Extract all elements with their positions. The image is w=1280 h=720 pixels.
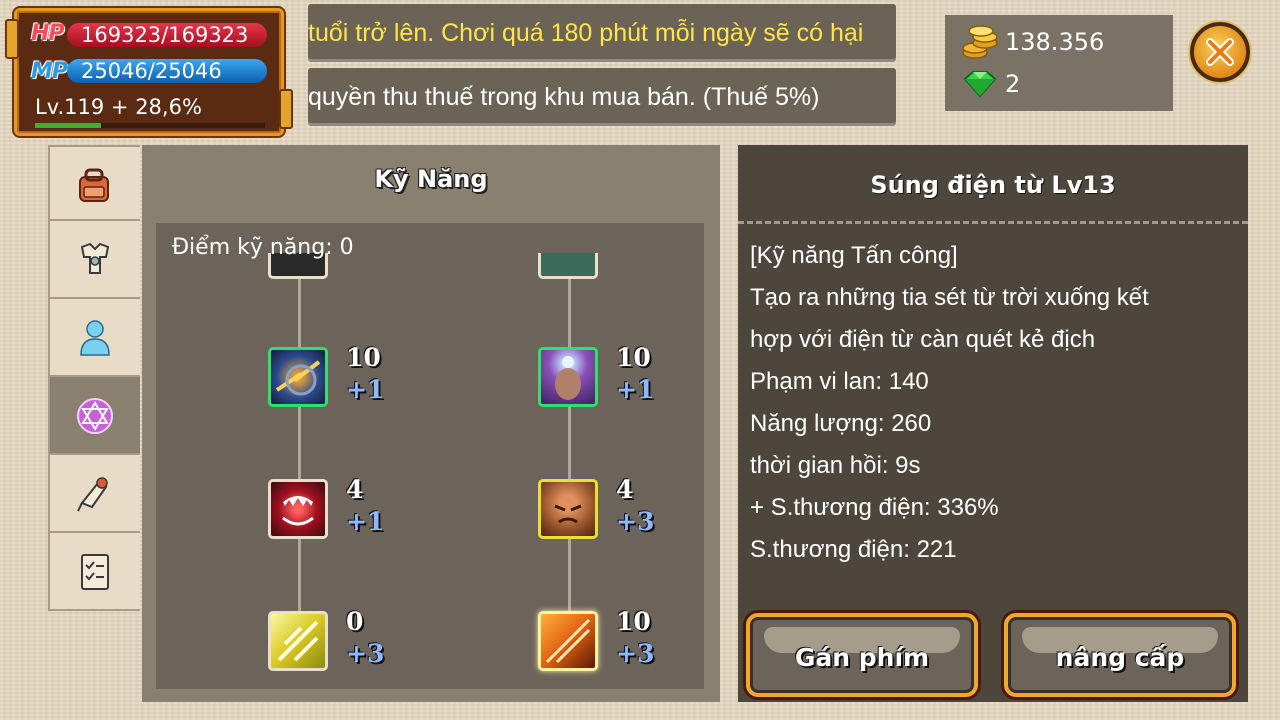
gold-coins-icon xyxy=(962,25,998,59)
skill-description: [Kỹ năng Tấn công] Tạo ra những tia sét … xyxy=(750,235,1240,571)
skill-bonus: +3 xyxy=(616,507,655,536)
level-text: Lv.119 + 28,6% xyxy=(35,95,202,119)
notice-text-2: quyền thu thuế trong khu mua bán. (Thuế … xyxy=(308,83,820,111)
skill-slot-5[interactable] xyxy=(268,611,328,671)
skill-detail-title: Súng điện từ Lv13 xyxy=(870,171,1116,199)
skill-tree: Điểm kỹ năng: 0 10 +1 10 +1 4 +1 4 +3 0 … xyxy=(156,223,704,689)
notice-banner-1: tuổi trở lên. Chơi quá 180 phút mỗi ngày… xyxy=(308,4,896,62)
mind-glow-icon xyxy=(555,356,581,400)
skill-tree-line xyxy=(298,273,301,663)
skill-slot-3[interactable] xyxy=(268,479,328,539)
assign-key-button[interactable]: Gán phím xyxy=(746,613,978,697)
upgrade-button[interactable]: nâng cấp xyxy=(1004,613,1236,697)
exp-bar xyxy=(35,123,265,128)
character-icon xyxy=(80,320,110,356)
gold-amount: 138.356 xyxy=(1005,28,1105,56)
skill-pentagram-icon xyxy=(77,398,113,434)
currency-panel: 138.356 2 xyxy=(945,15,1173,111)
bag-icon xyxy=(79,168,109,202)
exp-bar-fill xyxy=(35,123,101,128)
skill-slot-1[interactable] xyxy=(268,347,328,407)
gem-row: 2 xyxy=(961,69,1020,99)
skill-bonus: +1 xyxy=(346,375,385,404)
detail-divider xyxy=(738,221,1248,224)
skill-level: 10 xyxy=(616,343,651,372)
description-line: Năng lượng: 260 xyxy=(750,410,932,437)
skill-panel-title: Kỹ Năng xyxy=(374,165,488,193)
lightning-vortex-icon xyxy=(275,360,321,396)
skill-level: 0 xyxy=(346,607,364,636)
skill-bonus: +3 xyxy=(616,639,655,668)
skill-slot-hidden[interactable] xyxy=(538,253,598,279)
notice-text-1: tuổi trở lên. Chơi quá 180 phút mỗi ngày… xyxy=(308,19,864,47)
orange-slash-icon xyxy=(545,618,591,664)
tab-quests[interactable] xyxy=(48,455,140,533)
skill-level: 10 xyxy=(346,343,381,372)
skill-level: 4 xyxy=(346,475,364,504)
description-line: [Kỹ năng Tấn công] xyxy=(750,242,958,269)
status-frame-cap xyxy=(279,89,293,129)
tab-bag[interactable] xyxy=(48,145,140,221)
description-line: Phạm vi lan: 140 xyxy=(750,368,929,395)
close-icon xyxy=(1206,38,1234,66)
hp-value: 169323/169323 xyxy=(67,23,267,47)
skill-level: 4 xyxy=(616,475,634,504)
fang-bite-icon xyxy=(282,496,314,526)
tab-character[interactable] xyxy=(48,299,140,377)
task-list-icon xyxy=(81,554,109,590)
yellow-spark-icon xyxy=(277,620,319,662)
description-line: Tạo ra những tia sét từ trời xuống kết xyxy=(750,284,1149,311)
assign-key-label: Gán phím xyxy=(794,643,930,672)
notice-banner-2: quyền thu thuế trong khu mua bán. (Thuế … xyxy=(308,68,896,126)
skill-slot-4[interactable] xyxy=(538,479,598,539)
skill-panel: Kỹ Năng Điểm kỹ năng: 0 10 +1 10 +1 4 +1… xyxy=(142,145,720,702)
skill-detail-panel: Súng điện từ Lv13 [Kỹ năng Tấn công] Tạo… xyxy=(738,145,1248,702)
close-button[interactable] xyxy=(1190,22,1250,82)
upgrade-label: nâng cấp xyxy=(1055,643,1185,672)
rage-face-icon xyxy=(554,504,582,524)
skill-slot-2[interactable] xyxy=(538,347,598,407)
green-gem-icon xyxy=(963,71,997,98)
tab-skills[interactable] xyxy=(48,377,140,455)
skill-points-label: Điểm kỹ năng: 0 xyxy=(172,235,354,260)
description-line: hợp với điện từ càn quét kẻ địch xyxy=(750,326,1096,353)
armor-icon xyxy=(80,242,110,274)
mp-value: 25046/25046 xyxy=(67,59,267,83)
description-line: thời gian hồi: 9s xyxy=(750,452,921,479)
skill-tree-line xyxy=(568,273,571,663)
tab-equipment[interactable] xyxy=(48,221,140,299)
quest-scroll-icon xyxy=(77,477,108,512)
player-status-panel: HP 169323/169323 MP 25046/25046 Lv.119 +… xyxy=(5,8,293,136)
skill-bonus: +1 xyxy=(346,507,385,536)
description-line: + S.thương điện: 336% xyxy=(750,494,999,521)
skill-slot-6[interactable] xyxy=(538,611,598,671)
skill-bonus: +3 xyxy=(346,639,385,668)
tab-tasks[interactable] xyxy=(48,533,140,611)
menu-tabs xyxy=(48,145,142,611)
gold-row: 138.356 xyxy=(961,23,1104,61)
skill-bonus: +1 xyxy=(616,375,655,404)
status-frame-cap xyxy=(5,19,19,59)
gem-amount: 2 xyxy=(1005,70,1021,98)
skill-level: 10 xyxy=(616,607,651,636)
description-line: S.thương điện: 221 xyxy=(750,536,957,563)
